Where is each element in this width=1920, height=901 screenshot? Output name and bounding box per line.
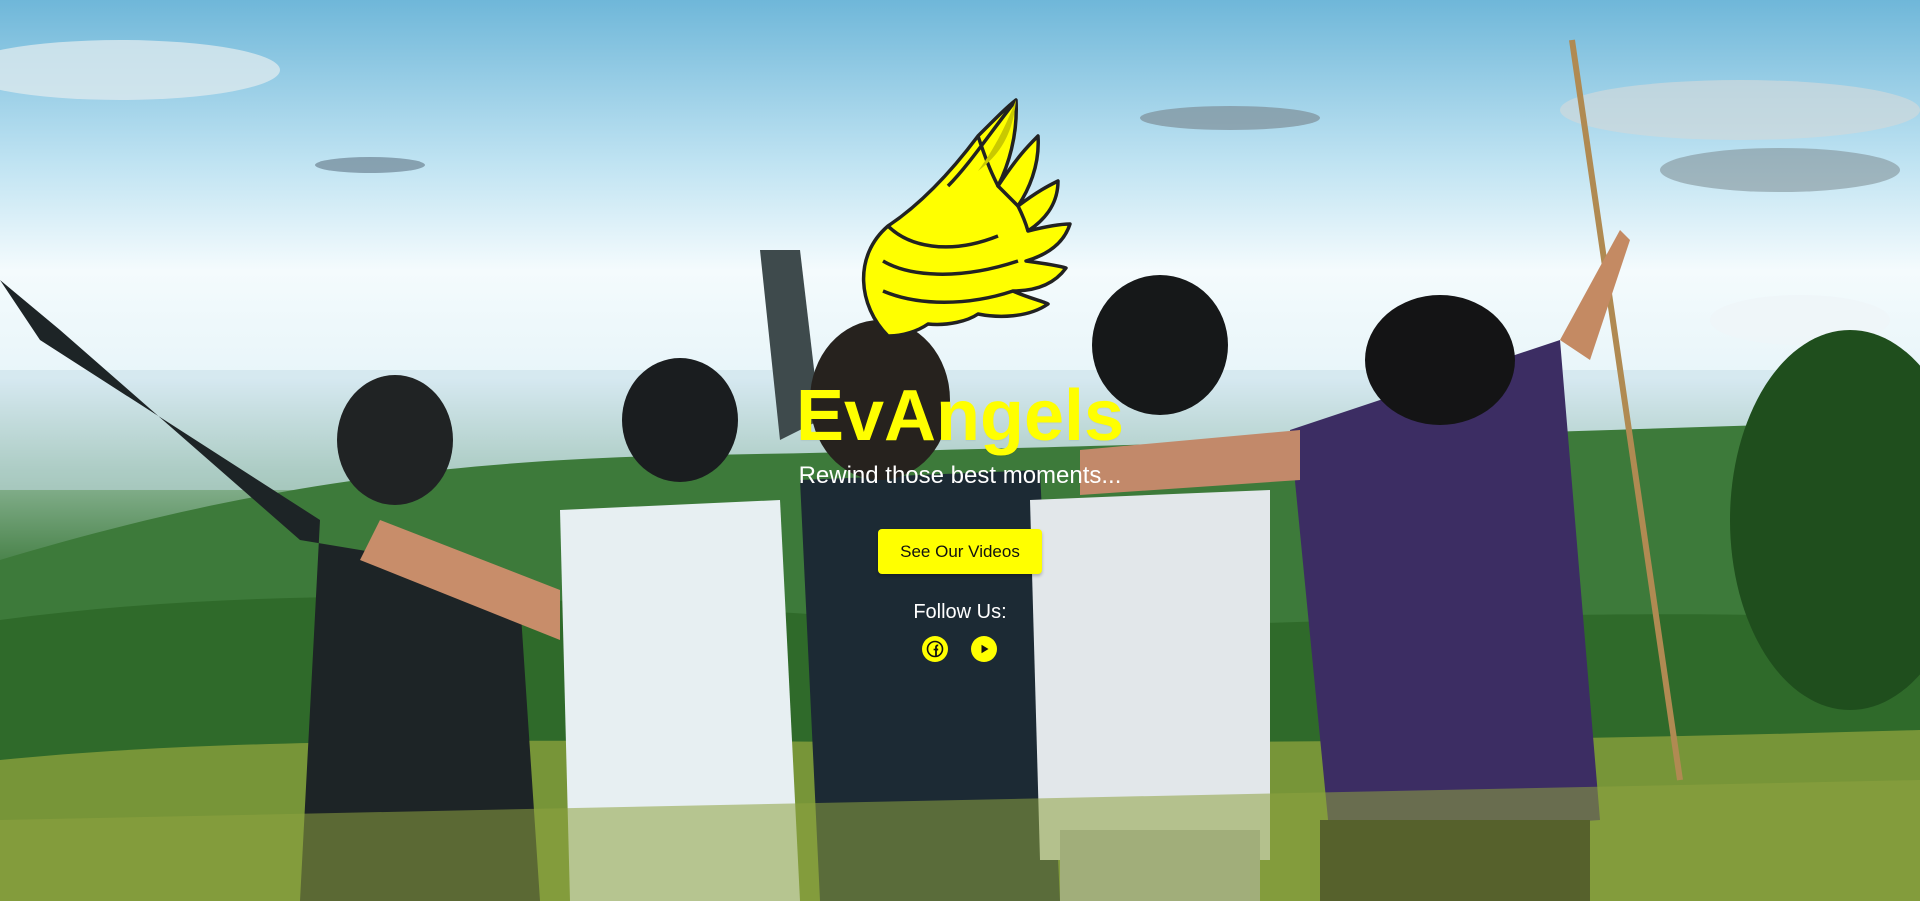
wing-logo-icon	[861, 98, 1072, 338]
follow-us-label: Follow Us:	[913, 601, 1007, 623]
hero-content: EvAngels Rewind those best moments... Se…	[0, 0, 1920, 901]
youtube-play-icon	[981, 644, 989, 654]
facebook-icon	[926, 640, 944, 658]
brand-title: EvAngels	[795, 376, 1125, 456]
tagline: Rewind those best moments...	[798, 462, 1122, 489]
see-our-videos-button[interactable]: See Our Videos	[878, 529, 1042, 574]
hero-section: EvAngels Rewind those best moments... Se…	[0, 0, 1920, 901]
facebook-link[interactable]	[922, 636, 948, 662]
youtube-link[interactable]	[971, 636, 997, 662]
